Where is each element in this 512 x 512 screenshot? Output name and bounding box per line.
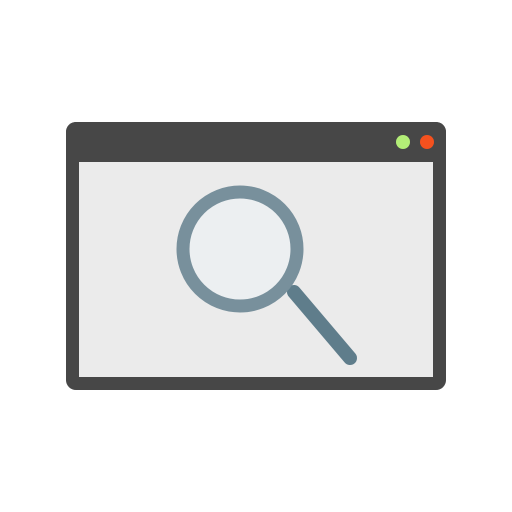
close-dot-icon[interactable] — [420, 135, 434, 149]
magnifier-handle — [287, 285, 357, 365]
magnifying-glass-icon — [176, 185, 357, 365]
magnifier-lens — [176, 185, 304, 313]
window-content — [79, 162, 433, 377]
icon-canvas — [0, 0, 512, 512]
window-controls — [396, 135, 434, 149]
maximize-dot-icon[interactable] — [396, 135, 410, 149]
browser-window — [66, 122, 446, 390]
window-titlebar — [66, 122, 446, 162]
